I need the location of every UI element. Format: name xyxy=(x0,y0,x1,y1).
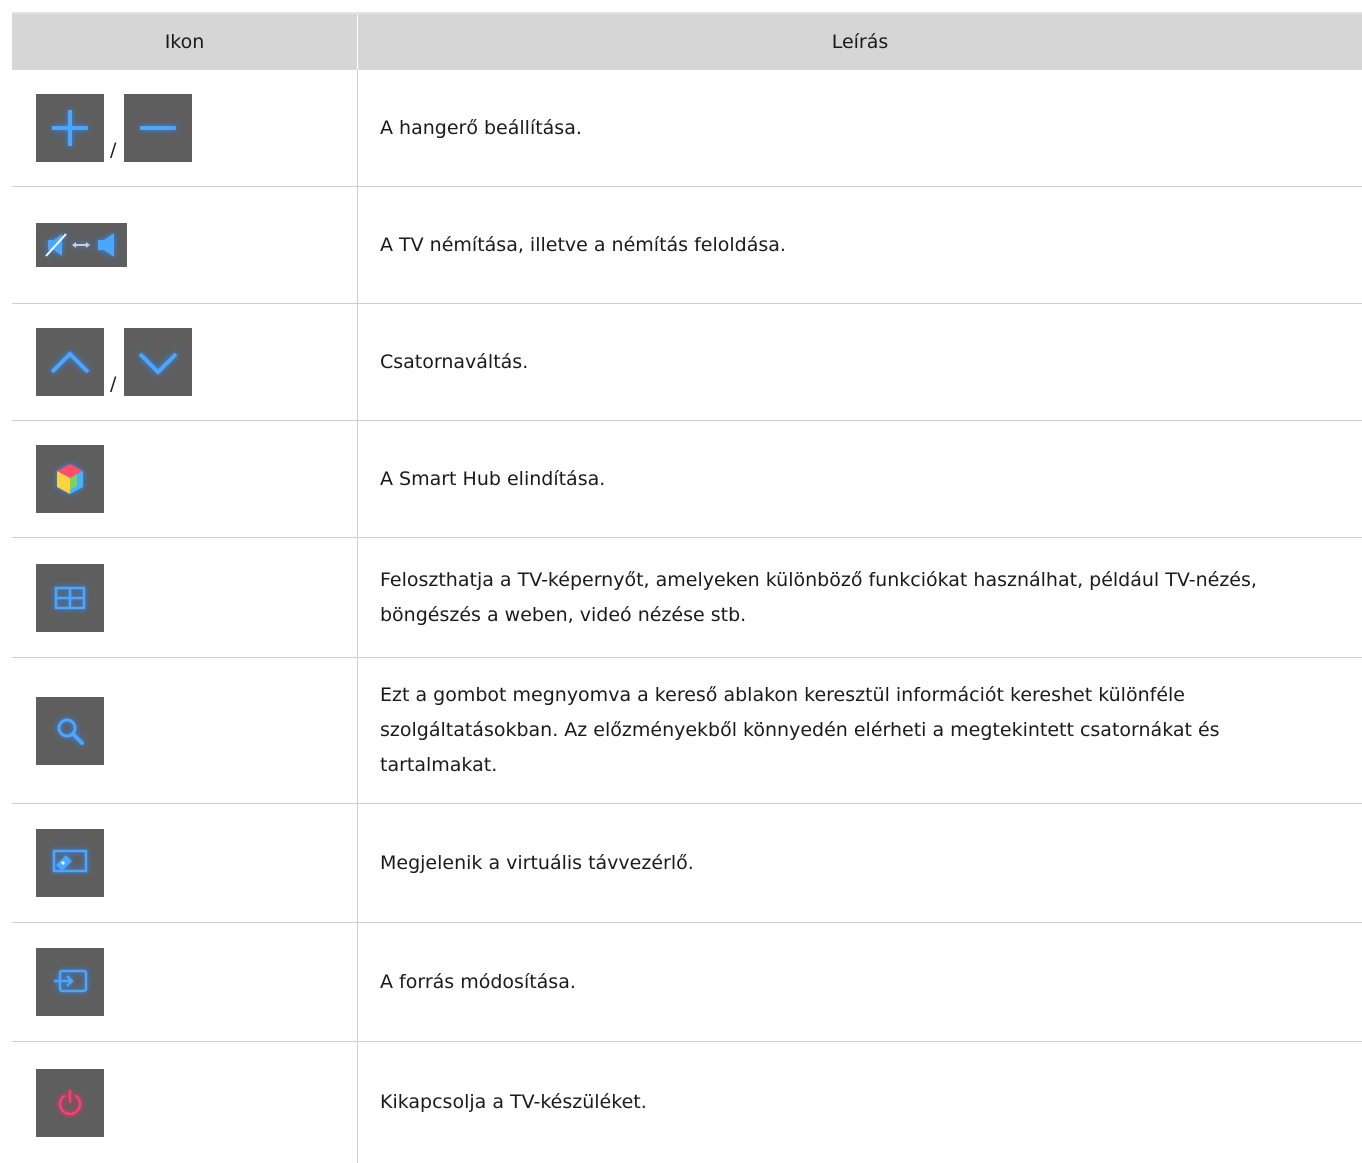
volume-up-button[interactable] xyxy=(36,94,104,162)
table-row: A TV némítása, illetve a némítás feloldá… xyxy=(12,187,1362,304)
description-cell: Csatornaváltás. xyxy=(380,350,529,373)
table-row: Kikapcsolja a TV-készüléket. xyxy=(12,1042,1362,1163)
channel-up-button[interactable] xyxy=(36,328,104,396)
power-icon xyxy=(58,1089,82,1115)
mute-button[interactable] xyxy=(36,223,127,267)
separator-slash: / xyxy=(110,139,117,161)
icon-cell xyxy=(12,923,358,1041)
volume-down-button[interactable] xyxy=(124,94,193,162)
table-row: A Smart Hub elindítása. xyxy=(12,421,1362,538)
table-row: Ezt a gombot megnyomva a kereső ablakon … xyxy=(12,658,1362,804)
icon-cell xyxy=(12,421,358,537)
description-cell: A forrás módosítása. xyxy=(380,970,576,993)
icon-cell xyxy=(12,1042,358,1163)
channel-down-button[interactable] xyxy=(124,328,193,396)
search-button[interactable] xyxy=(36,696,104,765)
icon-cell xyxy=(12,804,358,922)
icon-cell: / xyxy=(12,70,358,186)
icon-cell: / xyxy=(12,304,358,420)
table-row: / A hangerő beállítása. xyxy=(12,70,1362,187)
separator-slash: / xyxy=(110,373,117,395)
header-description-column: Leírás xyxy=(831,31,889,53)
icon-table: Ikon Leírás / A hangerő beállítása. A TV… xyxy=(12,12,1362,1163)
description-cell: Feloszthatja a TV-képernyőt, amelyeken k… xyxy=(380,568,1257,626)
source-button[interactable] xyxy=(36,948,104,1016)
icon-cell xyxy=(12,187,358,303)
virtual-remote-icon xyxy=(52,849,88,873)
table-row: Megjelenik a virtuális távvezérlő. xyxy=(12,804,1362,923)
description-cell: Megjelenik a virtuális távvezérlő. xyxy=(380,851,694,874)
description-cell: Kikapcsolja a TV-készüléket. xyxy=(380,1091,647,1113)
split-screen-icon xyxy=(54,586,86,609)
table-row: / Csatornaváltás. xyxy=(12,304,1362,421)
plus-icon xyxy=(52,110,88,146)
chevron-up-icon xyxy=(50,351,90,374)
chevron-down-icon xyxy=(138,352,178,375)
table-row: Feloszthatja a TV-képernyőt, amelyeken k… xyxy=(12,538,1362,658)
icon-cell xyxy=(12,658,358,803)
table-row: A forrás módosítása. xyxy=(12,923,1362,1042)
smart-hub-button[interactable] xyxy=(36,445,104,513)
header-icon-column: Ikon xyxy=(12,14,358,70)
description-cell: A hangerő beállítása. xyxy=(380,116,582,139)
mute-toggle-icon xyxy=(44,233,114,257)
description-cell: A Smart Hub elindítása. xyxy=(380,467,606,490)
source-icon xyxy=(54,969,88,993)
smart-hub-icon xyxy=(57,464,83,494)
table-header: Ikon Leírás xyxy=(12,12,1362,70)
virtual-remote-button[interactable] xyxy=(36,829,104,897)
description-cell: Ezt a gombot megnyomva a kereső ablakon … xyxy=(380,684,1220,776)
split-screen-button[interactable] xyxy=(36,563,104,632)
power-button[interactable] xyxy=(36,1068,104,1137)
icon-cell xyxy=(12,538,358,657)
description-cell: A TV némítása, illetve a némítás feloldá… xyxy=(380,233,786,256)
minus-icon xyxy=(140,126,177,130)
search-icon xyxy=(57,718,84,745)
